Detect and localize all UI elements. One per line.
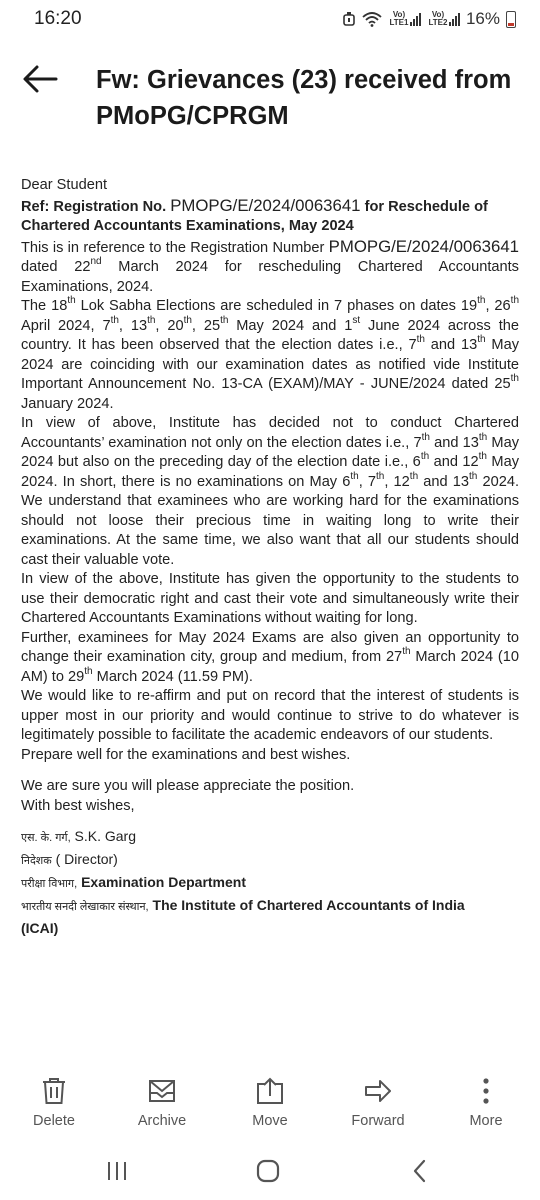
closing: With best wishes, (21, 797, 135, 814)
action-bar: Delete Archive Move Forward More (0, 1064, 540, 1144)
alarm-icon (342, 11, 356, 27)
signature-abbr-line: (ICAI) (21, 918, 519, 939)
back-icon (413, 1159, 426, 1183)
paragraph-appreciate: We are sure you will please appreciate t… (21, 778, 355, 794)
email-subject: Fw: Grievances (23) received from PMoPG/… (96, 66, 512, 130)
signature-dept: Examination Department (81, 874, 247, 890)
delete-label: Delete (33, 1113, 75, 1129)
p1-registration-number: PMOPG/E/2024/0063641 (328, 236, 519, 256)
battery-icon (506, 10, 516, 28)
paragraph-reference: This is in reference to the Registration… (21, 237, 519, 298)
sim1-signal: Vo) LTE1 (388, 11, 421, 27)
signature-name: S.K. Garg (74, 828, 136, 844)
signature-dept-line: परीक्षा विभाग, Examination Department (21, 872, 519, 895)
more-label: More (469, 1113, 503, 1129)
move-label: Move (252, 1113, 288, 1129)
p1-sup: nd (90, 256, 102, 268)
signature-org-hindi: भारतीय सनदी लेखाकार संस्थान, (21, 901, 149, 913)
status-icons: Vo) LTE1 Vo) LTE2 16% (342, 9, 516, 29)
signature-name-line: एस. के. गर्ग, S.K. Garg (21, 826, 519, 849)
back-button[interactable] (22, 64, 62, 100)
recents-button[interactable] (99, 1156, 135, 1186)
sim1-label: Vo) LTE1 (389, 10, 409, 27)
p1-part-b: dated 22 (21, 259, 91, 275)
wifi-icon (362, 11, 382, 27)
paragraph-prepare: Prepare well for the examinations and be… (21, 746, 351, 763)
archive-icon (149, 1080, 175, 1102)
recents-icon (108, 1162, 126, 1180)
move-icon (257, 1077, 283, 1104)
paragraph-change-city: Further, examinees for May 2024 Exams ar… (21, 629, 519, 685)
system-nav-bar (0, 1144, 540, 1200)
paragraph-elections: The 18th Lok Sabha Elections are schedul… (21, 295, 520, 412)
signature-name-hindi: एस. के. गर्ग, (21, 832, 71, 844)
email-body: Dear Student Ref: Registration No. PMOPG… (21, 176, 519, 939)
arrow-left-icon (23, 65, 58, 93)
paragraph-decision: In view of above, Institute has decided … (21, 415, 519, 568)
signal-icon (448, 12, 460, 26)
archive-button[interactable]: Archive (108, 1064, 216, 1144)
paragraph-opportunity: In view of the above, Institute has give… (21, 571, 519, 626)
status-bar: 16:20 Vo) LTE1 Vo) LTE2 16% (0, 0, 540, 42)
signature-title-hindi: निदेशक (21, 855, 52, 867)
more-vertical-icon (483, 1078, 489, 1104)
delete-button[interactable]: Delete (0, 1064, 108, 1144)
home-button[interactable] (250, 1156, 286, 1186)
email-header: Fw: Grievances (23) received from PMoPG/… (0, 56, 540, 146)
signature-block: एस. के. गर्ग, S.K. Garg निदेशक ( Directo… (21, 826, 519, 939)
battery-percent: 16% (465, 9, 500, 28)
reference-line: Ref: Registration No. PMOPG/E/2024/00636… (21, 196, 519, 237)
signature-title-line: निदेशक ( Director) (21, 849, 519, 872)
signature-dept-hindi: परीक्षा विभाग, (21, 878, 78, 890)
status-time: 16:20 (34, 8, 82, 29)
signature-abbr: (ICAI) (21, 920, 59, 936)
trash-icon (43, 1078, 65, 1104)
forward-icon (365, 1080, 391, 1102)
sim2-label: Vo) LTE2 (428, 10, 448, 27)
ref-prefix: Ref: Registration No. (21, 198, 167, 215)
forward-button[interactable]: Forward (324, 1064, 432, 1144)
registration-number: PMOPG/E/2024/0063641 (170, 195, 361, 215)
p1-part-a: This is in reference to the Registration… (21, 239, 325, 256)
greeting: Dear Student (21, 177, 107, 193)
move-button[interactable]: Move (216, 1064, 324, 1144)
sim2-signal: Vo) LTE2 (427, 11, 460, 27)
signature-title: ( Director) (55, 851, 118, 867)
nav-back-button[interactable] (402, 1156, 438, 1186)
paragraph-reaffirm: We would like to re-affirm and put on re… (21, 688, 519, 743)
home-icon (256, 1159, 280, 1183)
signature-org-line: भारतीय सनदी लेखाकार संस्थान, The Institu… (21, 895, 519, 918)
more-button[interactable]: More (432, 1064, 540, 1144)
forward-label: Forward (351, 1113, 405, 1129)
signal-icon (409, 12, 421, 26)
signature-org: The Institute of Chartered Accountants o… (152, 897, 465, 913)
archive-label: Archive (137, 1113, 187, 1129)
